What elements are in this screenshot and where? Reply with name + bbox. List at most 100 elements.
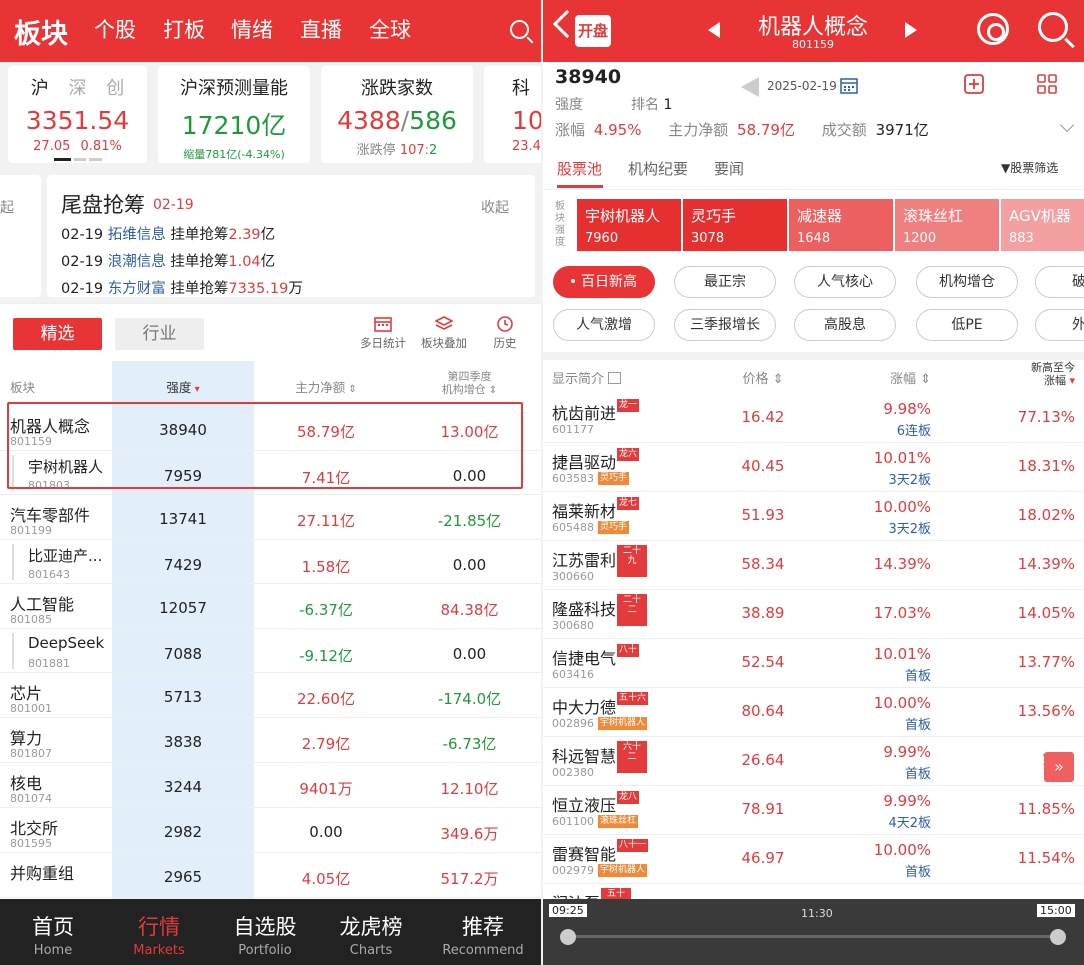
index-tab-cy[interactable]: 创 [106,78,124,99]
index-card-sh[interactable]: 沪 深 创 3351.54 27.05 0.81% [8,66,147,163]
tab-live[interactable]: 直播 [300,14,342,44]
tab-news[interactable]: 要闻 [714,158,744,179]
tail-row[interactable]: 02-19 拓维信息 挂单抢筹2.39亿 [61,223,275,244]
nav-charts[interactable]: 龙虎榜 Charts [326,911,416,958]
timeline-start-handle[interactable] [560,929,576,945]
filter-tag[interactable]: 高股息 [794,309,896,341]
sub-sector-box[interactable]: AGV机器 883 [1001,199,1084,251]
expand-button[interactable]: » [1044,752,1074,782]
tab-stock[interactable]: 个股 [94,14,136,44]
filter-tag[interactable]: 人气激增 [553,309,655,341]
sub-sector-box[interactable]: 滚珠丝杠 1200 [895,199,999,251]
table-row[interactable]: 芯片 801001 5713 22.60亿 -174.0亿 [0,673,541,718]
chevron-down-icon[interactable] [1059,117,1075,133]
date-label[interactable]: 2025-02-19 [767,79,837,93]
net-cell: -6.37亿 [299,601,353,619]
prev-sector-icon[interactable] [708,22,720,38]
timeline-end-handle[interactable] [1050,929,1066,945]
stock-row[interactable]: 江苏雷利 二十九 300660 58.34 14.39% 14.39% [543,541,1084,590]
strength-cell: 7088 [163,645,203,663]
stock-row[interactable]: 中大力德 五十六 002896 宇树机器人 80.64 10.00% 首板 13.56% [543,688,1084,737]
institution-cell: -6.73亿 [442,735,497,753]
table-row[interactable]: 人工智能 801085 12057 -6.37亿 84.38亿 [0,584,541,629]
timeline-track[interactable] [568,935,1058,938]
filter-tag[interactable]: 低PE [916,309,1018,341]
limit-status: 6连板 [896,424,931,439]
net-cell: 0.00 [309,823,343,841]
filter-tag[interactable]: 破净 [1035,266,1084,298]
add-icon[interactable] [964,74,984,94]
table-row[interactable]: DeepSeek 801881 7088 -9.12亿 0.00 [0,629,541,673]
table-row[interactable]: 并购重组 2965 4.05亿 517.2万 [0,853,541,898]
since-high-change: 14.05% [1017,604,1075,622]
table-row[interactable]: 算力 801807 3838 2.79亿 -6.73亿 [0,718,541,763]
multi-day-stats-button[interactable]: 多日统计 [357,316,409,351]
stock-filter-button[interactable]: ▼股票筛选 [1001,159,1058,176]
updown-card[interactable]: 涨跌家数 4388/586 涨跌停 107:2 [321,66,473,163]
sort-institution[interactable]: 第四季度 机构增仓 ⇕ [398,370,541,397]
filter-tag[interactable]: 百日新高 [553,266,655,298]
tab-institution-notes[interactable]: 机构纪要 [628,158,688,179]
stock-row[interactable]: 恒立液压 龙八 601100 滚珠丝杠 78.91 9.99% 4天2板 11.85% [543,786,1084,835]
collapse-button[interactable]: 收起 [481,197,509,217]
search-icon[interactable] [1038,12,1068,42]
sub-sector-box[interactable]: 减速器 1648 [789,199,893,251]
table-row[interactable]: 比亚迪产... 801643 7429 1.58亿 0.00 [0,540,541,584]
table-row[interactable]: 核电 801074 3244 9401万 12.10亿 [0,763,541,808]
tail-row[interactable]: 02-19 东方财富 挂单抢筹7335.19万 [61,277,303,298]
sub-sector-box[interactable]: 宇树机器人 7960 [577,199,681,251]
stock-row[interactable]: 杭齿前进 龙一 601177 16.42 9.98% 6连板 77.13% [543,394,1084,443]
filter-tag[interactable]: 人气核心 [794,266,896,298]
stock-price: 26.64 [741,751,785,769]
next-sector-icon[interactable] [905,22,917,38]
history-button[interactable]: 历史 [479,316,531,351]
tab-sentiment[interactable]: 情绪 [231,14,273,44]
filter-tag[interactable]: 外资 [1035,309,1084,341]
updown-title: 涨跌家数 [361,78,433,99]
calendar-icon[interactable] [840,77,858,94]
volume-card[interactable]: 沪深预测量能 17210亿 缩量781亿(-4.34%) [158,66,310,163]
tail-section: 起 尾盘抢筹 02-19 收起 02-19 拓维信息 挂单抢筹2.39亿 02-… [0,167,541,303]
nav-portfolio[interactable]: 自选股 Portfolio [220,911,310,958]
table-row[interactable]: 汽车零部件 801199 13741 27.11亿 -21.85亿 [0,495,541,540]
stock-row[interactable]: 雷赛智能 八十一 002979 宇树机器人 46.97 10.00% 首板 11.54% [543,835,1084,884]
stock-row[interactable]: 隆盛科技 二十二 300680 38.89 17.03% 14.05% [543,590,1084,639]
tab-featured[interactable]: 精选 [13,318,102,350]
sort-price[interactable]: 价格 ⇕ [728,368,798,387]
stock-row[interactable]: 捷昌驱动 龙六 603583 灵巧手 40.45 10.01% 3天2板 18.31% [543,443,1084,492]
search-icon[interactable] [510,20,529,39]
index-tab-sh[interactable]: 沪 [31,78,49,99]
stock-name: 江苏雷利 [552,551,617,570]
nav-home[interactable]: 首页 Home [8,911,98,958]
stock-row[interactable]: 科远智慧六十二00238026.649.99%首板13.5 [543,737,1084,786]
index-tab-sz[interactable]: 深 [69,78,87,99]
tab-stock-pool[interactable]: 股票池 [557,158,602,179]
sort-net[interactable]: 主力净额 ⇕ [254,377,398,396]
star-card[interactable]: 科 10 23.4 [484,66,541,163]
sort-change[interactable]: 涨幅 ⇕ [853,368,931,387]
stock-price: 80.64 [741,702,785,720]
filter-tag[interactable]: 机构增仓 [916,266,1018,298]
table-row[interactable]: 北交所 801595 2982 0.00 349.6万 [0,808,541,853]
nav-recommend[interactable]: 推荐 Recommend [438,911,528,958]
sub-sector-box[interactable]: 灵巧手 3078 [683,199,787,251]
tab-limit-up[interactable]: 打板 [163,14,205,44]
nav-markets[interactable]: 行情 Markets [114,911,204,958]
tail-row[interactable]: 02-19 浪潮信息 挂单抢筹1.04亿 [61,250,275,271]
stock-row[interactable]: 信捷电气 八十 603416 52.54 10.01% 首板 13.77% [543,639,1084,688]
prev-card[interactable]: 起 [0,175,41,297]
sub-sector-strength: 板块强度 宇树机器人 7960 灵巧手 3078 减速器 1648 滚珠丝杠 1200 AGV机… [543,192,1084,258]
sector-overlay-button[interactable]: 板块叠加 [418,316,470,351]
gear-icon[interactable] [977,13,1009,45]
sort-strength[interactable]: 强度 ▾ [112,377,254,396]
tab-industry[interactable]: 行业 [115,318,204,350]
filter-tag[interactable]: 三季报增长 [674,309,776,341]
open-badge[interactable]: 开盘 [575,15,611,47]
prev-date-icon[interactable] [741,77,759,97]
filter-tag[interactable]: 最正宗 [674,266,776,298]
sort-since-high[interactable]: 新高至今 涨幅 ▾ [983,361,1075,387]
stock-row[interactable]: 福莱新材 龙七 605488 灵巧手 51.93 10.00% 3天2板 18.02% [543,492,1084,541]
grid-icon[interactable] [1037,74,1057,94]
show-intro-toggle[interactable]: 显示简介 [552,368,622,387]
tab-global[interactable]: 全球 [369,14,411,44]
